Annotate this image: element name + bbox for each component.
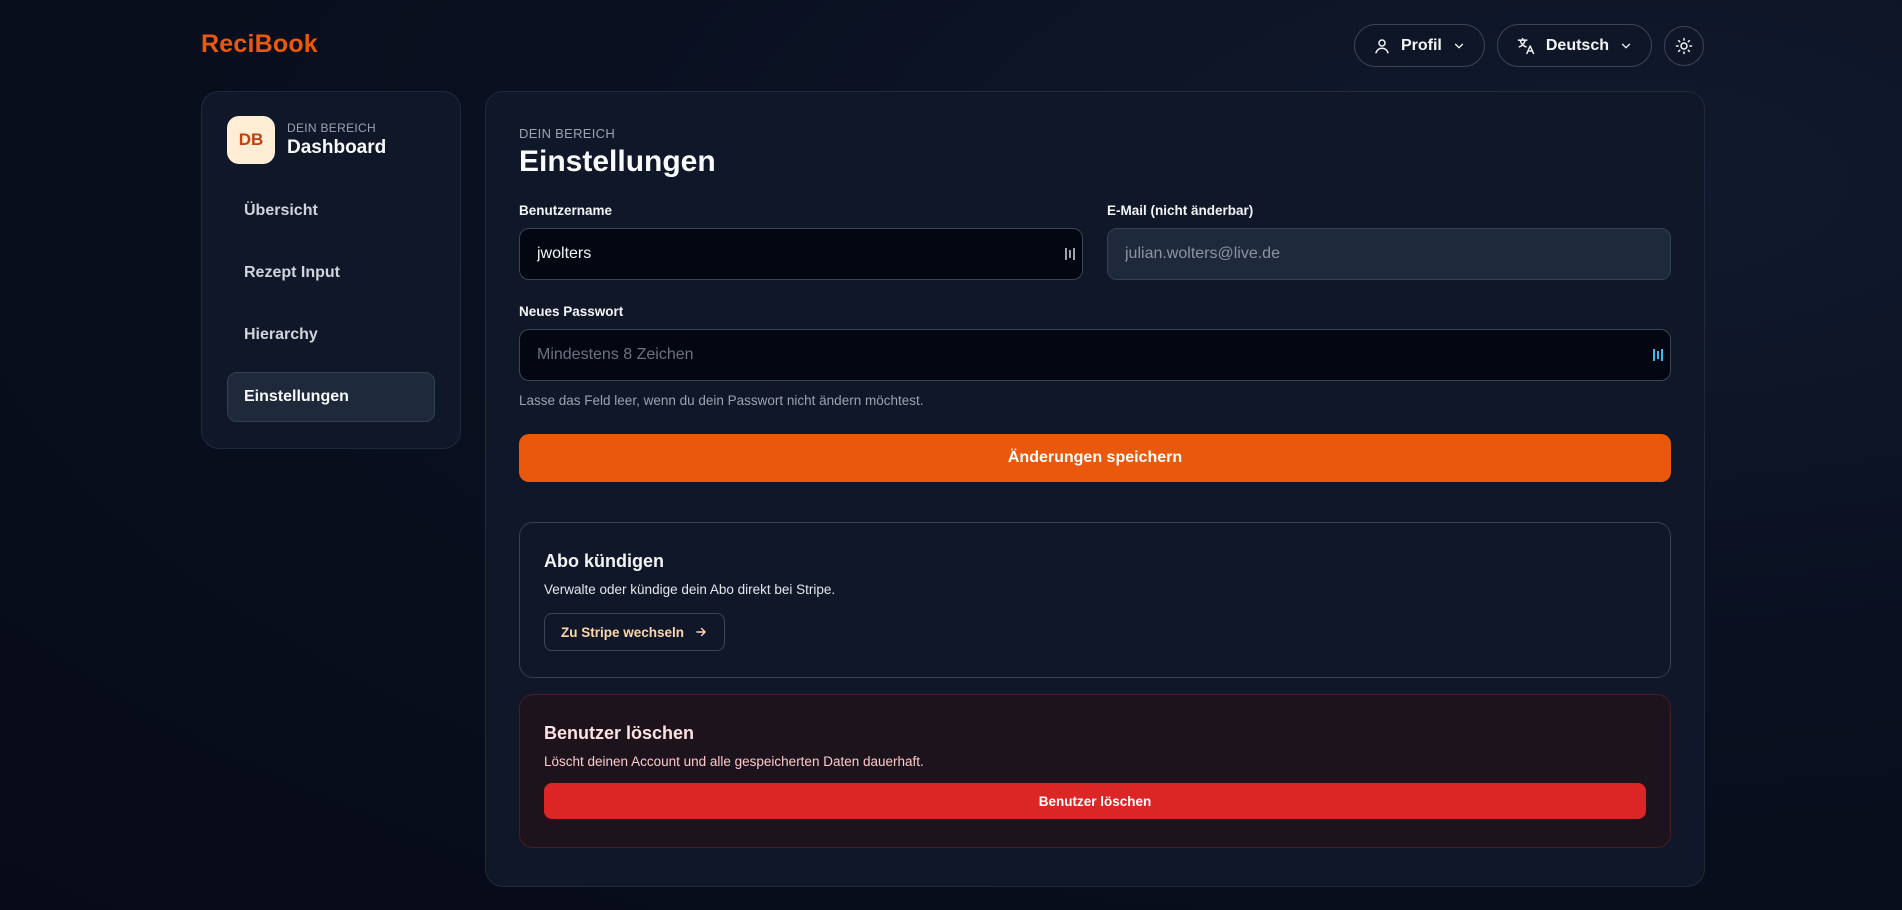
- subscription-card: Abo kündigen Verwalte oder kündige dein …: [519, 522, 1671, 678]
- sidebar-title: Dashboard: [287, 137, 387, 158]
- email-field: [1107, 228, 1671, 280]
- sun-icon: [1675, 37, 1693, 54]
- username-input[interactable]: [519, 228, 1083, 280]
- language-select-button[interactable]: Deutsch: [1496, 24, 1652, 67]
- profile-menu-button[interactable]: Profil: [1353, 24, 1485, 67]
- delete-user-title: Benutzer löschen: [544, 723, 695, 743]
- chevron-down-icon: [1454, 43, 1464, 49]
- sidebar-item-hierarchy[interactable]: Hierarchy: [227, 310, 435, 360]
- password-label: Neues Passwort: [519, 304, 624, 319]
- delete-user-description: Löscht deinen Account und alle gespeiche…: [544, 754, 924, 769]
- sidebar-item-einstellungen[interactable]: Einstellungen: [227, 372, 435, 422]
- top-controls: Profil Deutsch: [1353, 24, 1704, 67]
- email-field-group: E-Mail (nicht änderbar): [1107, 203, 1671, 280]
- app-logo[interactable]: ReciBook: [201, 30, 318, 59]
- save-changes-button[interactable]: Änderungen speichern: [519, 434, 1671, 482]
- stripe-button[interactable]: Zu Stripe wechseln: [544, 613, 726, 651]
- sidebar-header: DB DEIN BEREICH Dashboard: [227, 116, 435, 164]
- username-label: Benutzername: [519, 203, 613, 218]
- delete-user-button[interactable]: Benutzer löschen: [544, 783, 1646, 819]
- username-input-wrap: [519, 228, 1083, 280]
- stripe-button-label: Zu Stripe wechseln: [561, 624, 685, 640]
- password-manager-icon[interactable]: [1652, 347, 1666, 363]
- page-title: Einstellungen: [519, 145, 716, 178]
- password-hint: Lasse das Feld leer, wenn du dein Passwo…: [519, 393, 924, 408]
- delete-user-card: Benutzer löschen Löscht deinen Account u…: [519, 694, 1671, 848]
- password-row: Neues Passwort Lasse das Feld leer, wenn…: [519, 304, 1671, 408]
- theme-toggle-button[interactable]: [1664, 25, 1704, 66]
- settings-panel: DEIN BEREICH Einstellungen Benutzername …: [485, 91, 1705, 887]
- password-field-group: Neues Passwort Lasse das Feld leer, wenn…: [519, 304, 1671, 408]
- sidebar-item-uebersicht[interactable]: Übersicht: [227, 186, 435, 236]
- account-fields-row: Benutzername E-Mail (nicht änderbar): [519, 203, 1671, 280]
- sidebar-kicker: DEIN BEREICH: [287, 121, 376, 135]
- sidebar: DB DEIN BEREICH Dashboard Übersicht Reze…: [201, 91, 461, 449]
- chevron-down-icon: [1621, 43, 1631, 49]
- password-input-wrap: [519, 329, 1671, 381]
- arrow-right-icon: [696, 627, 706, 637]
- translate-icon: [1517, 37, 1535, 54]
- email-label: E-Mail (nicht änderbar): [1107, 203, 1254, 218]
- password-manager-icon[interactable]: [1064, 246, 1078, 262]
- email-input-wrap: [1107, 228, 1671, 280]
- sidebar-item-rezept-input[interactable]: Rezept Input: [227, 248, 435, 298]
- language-label: Deutsch: [1545, 36, 1609, 54]
- profile-label: Profil: [1400, 36, 1442, 54]
- username-field-group: Benutzername: [519, 203, 1083, 280]
- top-bar: ReciBook Profil Deutsch: [0, 0, 1902, 90]
- user-icon: [1375, 38, 1389, 53]
- password-input[interactable]: [519, 329, 1671, 381]
- page-kicker: DEIN BEREICH: [519, 126, 616, 141]
- avatar: DB: [227, 116, 275, 164]
- subscription-title: Abo kündigen: [544, 551, 664, 571]
- subscription-description: Verwalte oder kündige dein Abo direkt be…: [544, 582, 836, 597]
